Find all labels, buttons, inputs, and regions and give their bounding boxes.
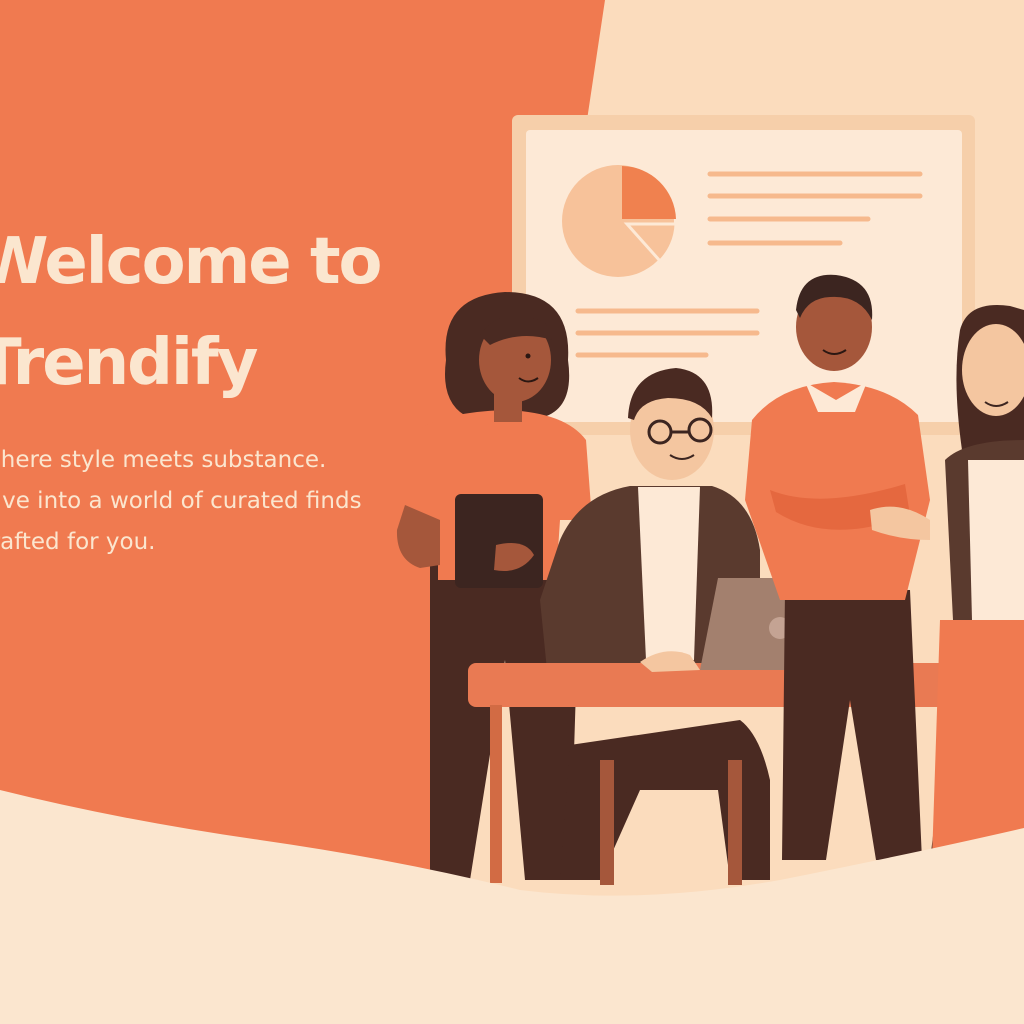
- hero-title-line-1: Welcome to: [0, 225, 383, 299]
- pie-chart-icon: [562, 165, 678, 277]
- hero-section: Welcome to Trendify Where style meets su…: [0, 0, 1024, 1024]
- hero-subtitle: Where style meets substance. Dive into a…: [0, 440, 418, 563]
- hero-subtitle-line-1: Where style meets substance.: [0, 447, 327, 474]
- presentation-board: [512, 115, 975, 435]
- hero-title: Welcome to Trendify: [0, 212, 418, 414]
- hero-subtitle-line-2: Dive into a world of curated finds: [0, 488, 362, 515]
- hero-subtitle-line-3: crafted for you.: [0, 529, 156, 556]
- hero-title-line-2: Trendify: [0, 326, 258, 401]
- hero-copy: Welcome to Trendify Where style meets su…: [0, 212, 418, 563]
